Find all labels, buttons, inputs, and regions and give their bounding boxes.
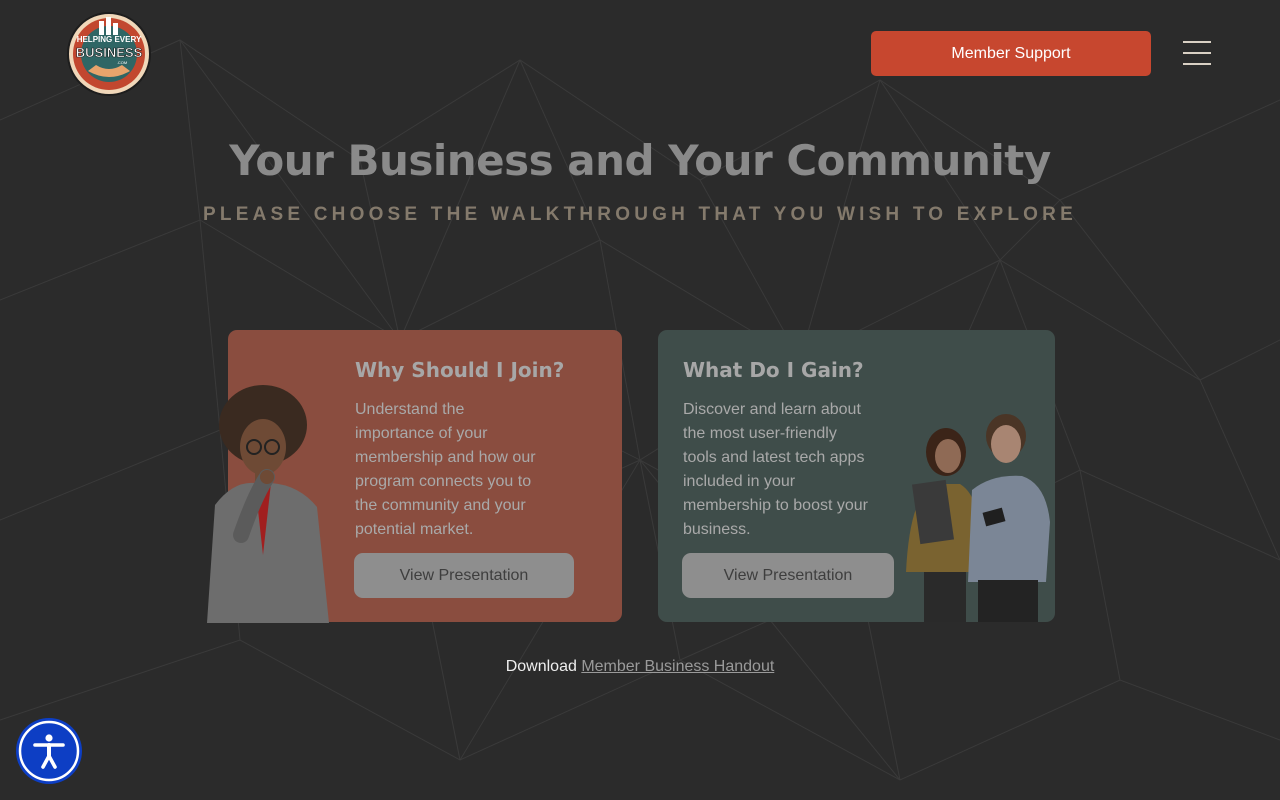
card-title: Why Should I Join? [355, 358, 565, 382]
page-title: Your Business and Your Community [229, 136, 1051, 185]
member-support-button[interactable]: Member Support [871, 31, 1151, 76]
hamburger-line [1183, 63, 1211, 65]
hamburger-menu-button[interactable] [1181, 40, 1213, 66]
card-text-line: potential market. [355, 521, 474, 538]
card-text-line: Discover and learn about [683, 401, 861, 418]
page-subtitle: PLEASE CHOOSE THE WALKTHROUGH THAT YOU W… [203, 204, 1077, 225]
logo-badge-icon: HELPING EVERY BUSINESS .COM [67, 12, 151, 96]
site-header: HELPING EVERY BUSINESS .COM Member Suppo… [0, 0, 1280, 110]
view-presentation-button[interactable]: View Presentation [682, 553, 894, 598]
card-text-line: the most user-friendly [683, 425, 837, 442]
card-text-line: the community and your [355, 497, 526, 514]
card-text-line: program connects you to [355, 473, 532, 490]
card-title: What Do I Gain? [683, 358, 864, 382]
card-text-line: membership to boost your [683, 497, 868, 514]
download-line: Download Member Business Handout [0, 658, 1280, 676]
svg-text:.COM: .COM [117, 60, 127, 65]
card-description: Understand the importance of your member… [355, 398, 536, 542]
view-presentation-button[interactable]: View Presentation [354, 553, 574, 598]
card-text-line: importance of your [355, 425, 488, 442]
accessibility-button[interactable] [15, 717, 83, 785]
hamburger-line [1183, 41, 1211, 43]
card-text-line: business. [683, 521, 751, 538]
hamburger-line [1183, 52, 1211, 54]
colleagues-with-tablet-illustration [906, 414, 1050, 622]
download-label: Download [505, 658, 577, 675]
card-text-line: included in your [683, 473, 796, 490]
card-text-line: tools and latest tech apps [683, 449, 865, 466]
svg-text:BUSINESS: BUSINESS [76, 45, 143, 60]
woman-thinking-illustration [207, 385, 329, 623]
card-text-line: membership and how our [355, 449, 536, 466]
accessibility-icon [16, 718, 82, 784]
card-text-line: Understand the [355, 401, 465, 418]
site-logo[interactable]: HELPING EVERY BUSINESS .COM [66, 11, 152, 97]
svg-text:HELPING EVERY: HELPING EVERY [77, 35, 142, 44]
background-pattern [0, 39, 1280, 781]
card-description: Discover and learn about the most user-f… [683, 398, 868, 542]
member-business-handout-link[interactable]: Member Business Handout [581, 658, 774, 675]
